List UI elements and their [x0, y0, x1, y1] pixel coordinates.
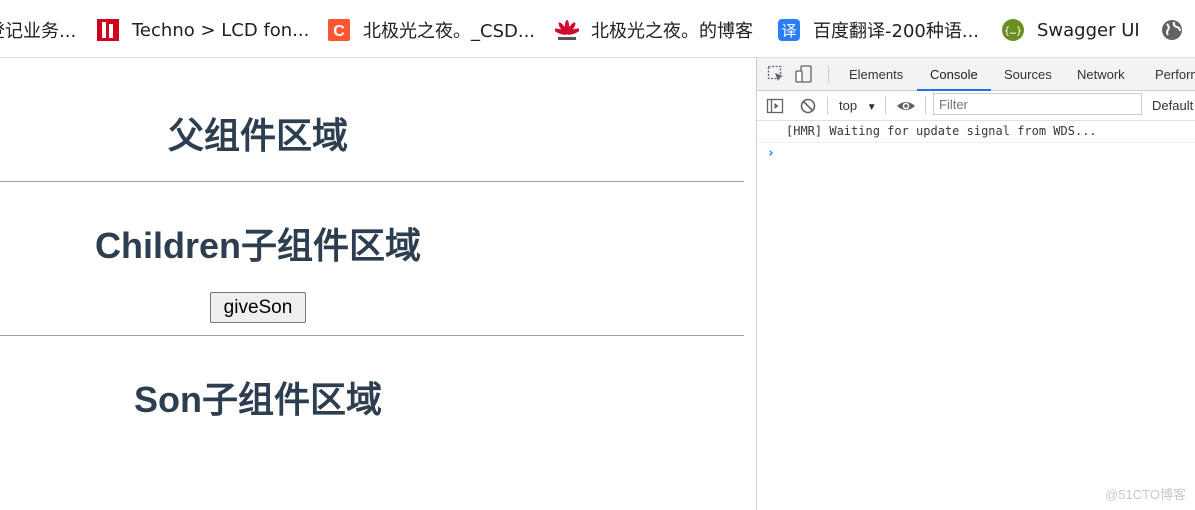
techno-icon — [96, 18, 120, 42]
dropdown-arrow-icon: ▼ — [866, 102, 877, 113]
svg-text:{…}: {…} — [1004, 26, 1022, 37]
tab-sources[interactable]: Sources — [1004, 58, 1052, 90]
svg-text:译: 译 — [781, 22, 796, 40]
clear-console-icon[interactable] — [799, 97, 817, 115]
csdn-icon: C — [327, 18, 351, 42]
console-toolbar: top ▼ Default — [757, 91, 1195, 121]
bookmark-swagger[interactable]: {…} Swagger UI — [1001, 17, 1141, 43]
devtools-tabbar: Elements Console Sources Network Perform — [757, 58, 1195, 91]
console-prompt-icon[interactable]: › — [767, 146, 775, 161]
svg-text:C: C — [333, 23, 345, 40]
bookmark-techno[interactable]: Techno > LCD fon... — [96, 17, 311, 43]
app-pane: 父组件区域 Children子组件区域 giveSon Son子组件区域 — [0, 58, 756, 510]
swagger-icon: {…} — [1001, 18, 1025, 42]
log-levels-dropdown[interactable]: Default — [1152, 98, 1193, 113]
children-title: Children子组件区域 — [94, 225, 421, 266]
console-message: [HMR] Waiting for update signal from WDS… — [757, 121, 1195, 143]
bookmark-blog[interactable]: 北极光之夜。的博客 — [555, 17, 760, 43]
toolbar-divider — [885, 97, 886, 114]
sidebar-toggle-icon[interactable] — [766, 97, 784, 115]
give-son-button[interactable]: giveSon — [210, 292, 306, 323]
divider — [0, 181, 744, 182]
bookmark-label: Swagger UI — [1037, 19, 1140, 41]
bookmark-globe[interactable] — [1160, 17, 1190, 43]
divider — [0, 335, 744, 336]
bookmark-csdn[interactable]: C 北极光之夜。_CSD... — [327, 17, 537, 43]
bookmark-label: 登记业务... — [0, 21, 77, 42]
toolbar-divider — [925, 97, 926, 114]
bookmark-label: 北极光之夜。_CSD... — [363, 21, 536, 42]
son-title: Son子组件区域 — [134, 379, 382, 420]
tab-console[interactable]: Console — [917, 58, 991, 91]
bookmark-registration[interactable]: 登记业务... — [0, 17, 80, 43]
tab-elements[interactable]: Elements — [849, 58, 903, 90]
context-selector[interactable]: top ▼ — [839, 98, 877, 113]
parent-title: 父组件区域 — [167, 115, 348, 156]
bookmark-label: 百度翻译-200种语... — [813, 21, 980, 42]
toolbar-divider — [828, 66, 829, 83]
bookmark-label: Techno > LCD fon... — [132, 19, 310, 41]
huawei-icon — [555, 18, 579, 42]
bookmarks-bar: 登记业务... Techno > LCD fon... C 北极光之夜。_CSD… — [0, 0, 1195, 58]
devtools-panel: Elements Console Sources Network Perform… — [756, 58, 1195, 510]
inspect-element-icon[interactable] — [767, 65, 785, 83]
bookmark-baidu-translate[interactable]: 译 百度翻译-200种语... — [777, 17, 982, 43]
tab-network[interactable]: Network — [1077, 58, 1125, 90]
bookmark-label: 北极光之夜。的博客 — [591, 21, 753, 42]
tab-performance[interactable]: Perform — [1155, 58, 1195, 90]
toolbar-divider — [827, 97, 828, 114]
baidu-translate-icon: 译 — [777, 18, 801, 42]
context-label: top — [839, 98, 858, 113]
globe-icon — [1160, 18, 1184, 42]
eye-icon[interactable] — [896, 97, 915, 115]
filter-input[interactable] — [933, 93, 1142, 115]
device-toolbar-icon[interactable] — [795, 65, 813, 83]
watermark: @51CTO博客 — [1105, 487, 1186, 502]
